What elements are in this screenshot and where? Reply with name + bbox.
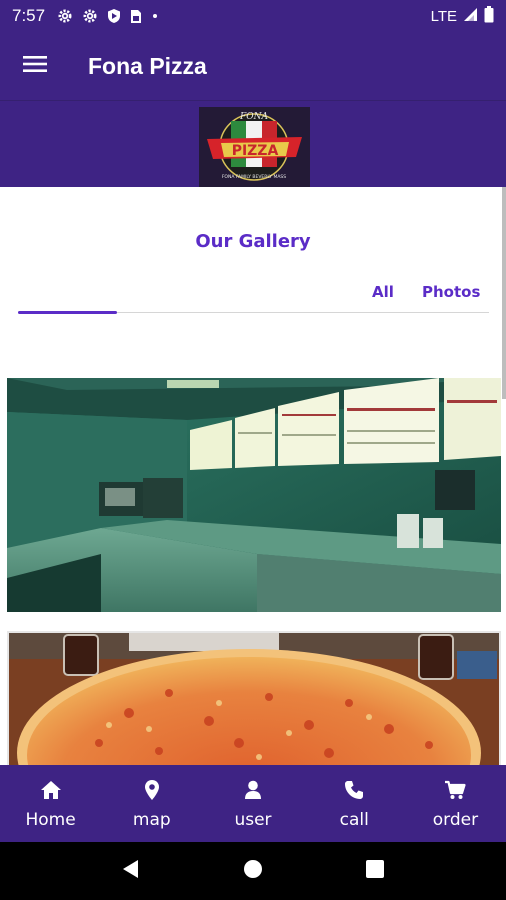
settings-icon xyxy=(57,8,73,24)
tab-indicator xyxy=(18,311,117,314)
nav-user[interactable]: user xyxy=(202,765,303,842)
svg-text:FONA: FONA xyxy=(239,112,268,122)
gallery-tabs: All Photos xyxy=(18,277,489,314)
gallery-title: Our Gallery xyxy=(195,231,311,252)
home-icon xyxy=(40,778,62,802)
nav-user-label: user xyxy=(234,809,272,830)
system-nav-bar xyxy=(0,842,506,900)
bottom-nav: Home map user call order xyxy=(0,765,506,842)
nav-home[interactable]: Home xyxy=(0,765,101,842)
header-banner: PIZZA FONA FONA FAMILY BEVERLY MASS xyxy=(0,100,506,187)
status-bar: 7:57 LTE xyxy=(0,0,506,32)
nav-map[interactable]: map xyxy=(101,765,202,842)
nav-call-label: call xyxy=(339,809,369,830)
user-icon xyxy=(244,778,262,802)
recents-icon xyxy=(366,859,384,883)
nav-order-label: order xyxy=(432,809,479,830)
app-bar: Fona Pizza xyxy=(0,32,506,100)
home-circle-icon xyxy=(243,859,263,884)
scrollbar-thumb[interactable] xyxy=(502,187,506,399)
status-time: 7:57 xyxy=(12,6,46,25)
app-screen: 7:57 LTE Fona Pizza PIZZA FONA FONA FAMI… xyxy=(0,0,506,900)
status-notification-icons xyxy=(57,8,159,24)
phone-icon xyxy=(344,778,364,802)
svg-text:PIZZA: PIZZA xyxy=(232,143,279,159)
status-right: LTE xyxy=(430,5,494,27)
menu-button[interactable] xyxy=(0,32,70,100)
battery-icon xyxy=(484,5,494,27)
shield-icon xyxy=(107,8,121,24)
settings-icon xyxy=(82,8,98,24)
gallery-content[interactable]: Our Gallery All Photos xyxy=(0,187,506,765)
pizza-photo[interactable] xyxy=(7,631,501,765)
cart-icon xyxy=(444,778,467,802)
app-title: Fona Pizza xyxy=(88,52,207,79)
nav-map-label: map xyxy=(132,809,171,830)
nav-order[interactable]: order xyxy=(405,765,506,842)
map-pin-icon xyxy=(144,778,160,802)
tab-all[interactable]: All xyxy=(372,283,394,301)
menu-icon xyxy=(23,55,47,78)
tab-photos[interactable]: Photos xyxy=(422,283,480,301)
dot-icon xyxy=(151,8,159,24)
pizzeria-counter-photo[interactable] xyxy=(7,378,501,612)
recents-button[interactable] xyxy=(355,851,395,891)
back-icon xyxy=(122,859,140,884)
signal-icon xyxy=(463,7,478,26)
network-type: LTE xyxy=(430,7,457,25)
nav-call[interactable]: call xyxy=(304,765,405,842)
svg-text:FONA FAMILY BEVERLY MASS: FONA FAMILY BEVERLY MASS xyxy=(222,174,286,180)
home-system-button[interactable] xyxy=(233,851,273,891)
back-button[interactable] xyxy=(111,851,151,891)
nav-home-label: Home xyxy=(25,809,76,830)
fona-pizza-logo: PIZZA FONA FONA FAMILY BEVERLY MASS xyxy=(199,107,310,187)
sim-card-icon xyxy=(130,8,142,24)
